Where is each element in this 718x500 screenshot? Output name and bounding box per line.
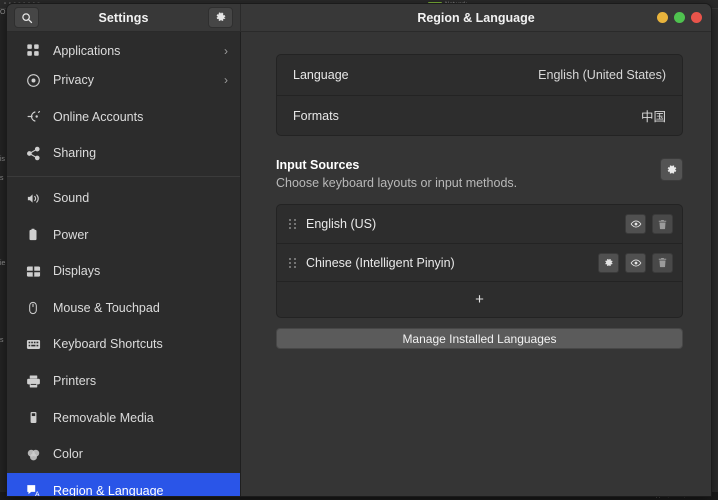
trash-icon <box>657 257 668 268</box>
maximize-button[interactable] <box>674 12 685 23</box>
show-layout-button[interactable] <box>625 214 646 234</box>
input-source-row[interactable]: Chinese (Intelligent Pinyin) <box>277 243 682 281</box>
formats-value: 中国 <box>641 106 666 125</box>
language-row[interactable]: Language English (United States) <box>277 55 682 95</box>
minimize-button[interactable] <box>657 12 668 23</box>
input-sources-header: Input Sources Choose keyboard layouts or… <box>276 158 683 190</box>
online-accounts-icon <box>25 109 41 125</box>
sidebar-item-mouse-touchpad[interactable]: Mouse & Touchpad <box>7 290 240 327</box>
manage-installed-languages-button[interactable]: Manage Installed Languages <box>276 328 683 349</box>
chevron-right-icon: › <box>224 73 228 87</box>
drag-handle-icon[interactable] <box>289 257 296 269</box>
sidebar-item-power[interactable]: Power <box>7 216 240 253</box>
window-titlebar: Settings Region & Language <box>7 4 711 32</box>
chevron-right-icon: › <box>224 44 228 58</box>
titlebar-left: Settings <box>7 4 241 31</box>
input-source-actions <box>625 214 673 234</box>
window-body: Applications › Privacy › <box>7 32 711 496</box>
locale-card: Language English (United States) Formats… <box>276 54 683 136</box>
input-source-actions <box>598 253 673 273</box>
search-icon[interactable] <box>14 7 39 28</box>
sidebar-item-keyboard-shortcuts[interactable]: Keyboard Shortcuts <box>7 326 240 363</box>
sidebar-item-removable-media[interactable]: Removable Media <box>7 399 240 436</box>
sidebar-item-displays[interactable]: Displays <box>7 253 240 290</box>
drag-handle-icon[interactable] <box>289 218 296 230</box>
language-label: Language <box>293 68 349 82</box>
app-title: Settings <box>39 11 208 25</box>
sidebar-item-sharing[interactable]: Sharing <box>7 135 240 172</box>
titlebar-right: Region & Language <box>241 4 711 31</box>
sidebar-item-label: Power <box>53 228 228 242</box>
gear-icon <box>665 163 678 176</box>
formats-row[interactable]: Formats 中国 <box>277 95 682 135</box>
add-input-source-button[interactable]: + <box>277 281 682 317</box>
sidebar-divider <box>7 176 240 177</box>
sidebar-item-label: Keyboard Shortcuts <box>53 337 228 351</box>
gear-icon <box>603 257 614 268</box>
sidebar-item-label: Applications <box>53 44 212 58</box>
sidebar[interactable]: Applications › Privacy › <box>7 32 241 496</box>
sidebar-item-label: Region & Language <box>53 484 228 496</box>
sidebar-item-applications[interactable]: Applications › <box>7 32 240 62</box>
sidebar-item-label: Sharing <box>53 146 228 160</box>
sidebar-item-label: Sound <box>53 191 228 205</box>
sidebar-item-region-language[interactable]: A Region & Language <box>7 473 240 496</box>
page-title: Region & Language <box>241 11 711 25</box>
sidebar-item-online-accounts[interactable]: Online Accounts <box>7 99 240 136</box>
printer-icon <box>25 373 41 389</box>
region-language-icon: A <box>25 483 41 496</box>
sidebar-item-label: Privacy <box>53 73 212 87</box>
formats-label: Formats <box>293 109 339 123</box>
displays-icon <box>25 263 41 279</box>
input-sources-subtitle: Choose keyboard layouts or input methods… <box>276 176 517 190</box>
sidebar-item-privacy[interactable]: Privacy › <box>7 62 240 99</box>
language-value: English (United States) <box>538 68 666 82</box>
sound-icon <box>25 190 41 206</box>
close-button[interactable] <box>691 12 702 23</box>
input-sources-list: English (US) <box>276 204 683 318</box>
applications-icon <box>25 42 41 58</box>
input-source-name: English (US) <box>306 217 615 231</box>
show-layout-button[interactable] <box>625 253 646 273</box>
removable-media-icon <box>25 410 41 426</box>
eye-icon <box>630 218 642 230</box>
settings-window: Settings Region & Language <box>6 3 712 497</box>
sidebar-item-label: Printers <box>53 374 228 388</box>
sidebar-item-label: Mouse & Touchpad <box>53 301 228 315</box>
input-source-row[interactable]: English (US) <box>277 205 682 243</box>
remove-source-button[interactable] <box>652 253 673 273</box>
sidebar-item-label: Displays <box>53 264 228 278</box>
svg-text:A: A <box>34 491 39 496</box>
input-sources-title: Input Sources <box>276 158 517 172</box>
input-sources-options-button[interactable] <box>660 158 683 181</box>
input-source-name: Chinese (Intelligent Pinyin) <box>306 256 588 270</box>
gear-icon[interactable] <box>208 7 233 28</box>
color-icon <box>25 446 41 462</box>
source-preferences-button[interactable] <box>598 253 619 273</box>
power-icon <box>25 227 41 243</box>
sharing-icon <box>25 145 41 161</box>
sidebar-item-sound[interactable]: Sound <box>7 180 240 217</box>
sidebar-item-color[interactable]: Color <box>7 436 240 473</box>
eye-icon <box>630 257 642 269</box>
mouse-icon <box>25 300 41 316</box>
sidebar-item-label: Online Accounts <box>53 110 228 124</box>
keyboard-icon <box>25 336 41 352</box>
sidebar-item-label: Removable Media <box>53 411 228 425</box>
sidebar-item-label: Color <box>53 447 228 461</box>
remove-source-button[interactable] <box>652 214 673 234</box>
trash-icon <box>657 219 668 230</box>
sidebar-item-printers[interactable]: Printers <box>7 363 240 400</box>
window-controls <box>657 12 702 23</box>
plus-icon: + <box>475 291 484 308</box>
content-panel: Language English (United States) Formats… <box>241 32 711 496</box>
privacy-icon <box>25 72 41 88</box>
